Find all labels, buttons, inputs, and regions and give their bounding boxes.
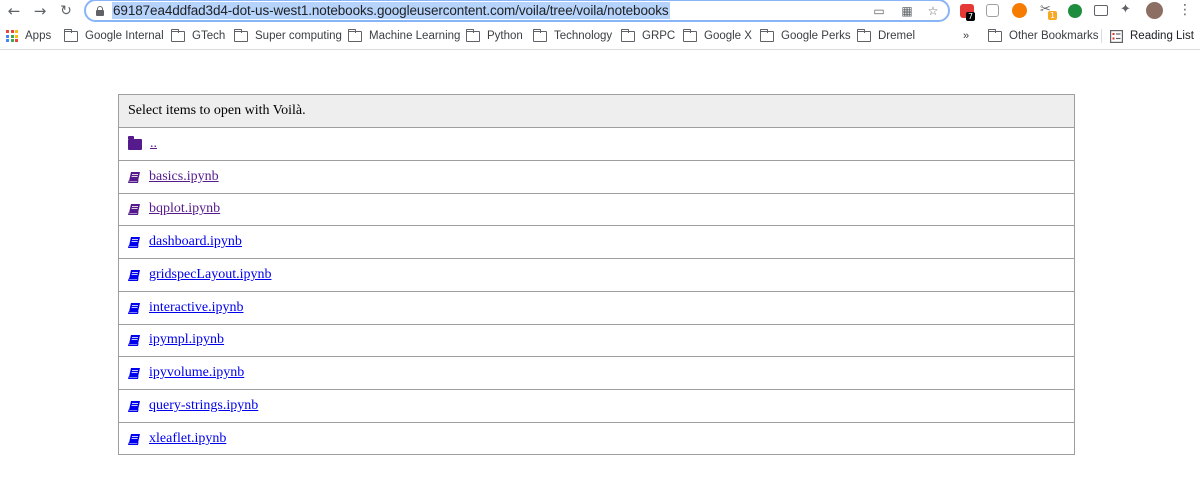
forward-arrow-icon[interactable]: →	[30, 1, 50, 21]
bookmark-folder[interactable]: Google Internal	[63, 26, 164, 46]
bookmark-label: Super computing	[255, 30, 342, 42]
scissors-icon[interactable]: ✂ 1	[1040, 2, 1058, 20]
bookmark-folder[interactable]: Super computing	[233, 26, 342, 46]
notebook-link[interactable]: bqplot.ipynb	[149, 201, 220, 217]
bookmark-label: Python	[487, 30, 523, 42]
book-icon	[128, 236, 141, 249]
bookmark-label: Google X	[704, 30, 752, 42]
notebook-link[interactable]: ipympl.ipynb	[149, 332, 224, 348]
toolbar-divider	[0, 49, 1200, 50]
folder-icon	[759, 28, 774, 42]
folder-icon	[856, 28, 871, 42]
listing-header: Select items to open with Voilà.	[119, 95, 1074, 128]
folder-icon	[465, 28, 480, 42]
list-item: gridspecLayout.ipynb	[119, 259, 1074, 292]
reload-icon[interactable]: ↻	[56, 1, 76, 21]
notebook-link[interactable]: basics.ipynb	[149, 169, 219, 185]
notebook-link[interactable]: ipyvolume.ipynb	[149, 365, 244, 381]
bookmark-label: Dremel	[878, 30, 916, 42]
extension-red-icon[interactable]: 7	[960, 4, 976, 21]
bookmarks-separator	[1101, 29, 1102, 43]
notebook-link[interactable]: xleaflet.ipynb	[149, 431, 226, 447]
notebook-link[interactable]: dashboard.ipynb	[149, 234, 242, 250]
reading-list[interactable]: Reading List	[1110, 26, 1194, 46]
list-item: xleaflet.ipynb	[119, 423, 1074, 456]
extension-orange-icon[interactable]	[1012, 3, 1027, 18]
reading-list-label: Reading List	[1130, 30, 1194, 42]
other-bookmarks-label: Other Bookmarks	[1009, 30, 1099, 42]
book-icon	[128, 400, 141, 412]
folder-icon	[128, 136, 142, 151]
extension-badge: 1	[1048, 11, 1058, 20]
bookmark-folder[interactable]: GTech	[170, 26, 226, 46]
bookmark-folder[interactable]: Machine Learning	[347, 26, 461, 46]
more-menu-icon[interactable]: ⋮	[1178, 2, 1192, 18]
bookmarks-overflow-button[interactable]: »	[963, 26, 969, 46]
book-icon	[128, 203, 141, 216]
folder-icon	[170, 28, 185, 42]
address-bar[interactable]: 69187ea4ddfad3d4-dot-us-west1.notebooks.…	[84, 0, 950, 22]
browser-toolbar: ← → ↻ 69187ea4ddfad3d4-dot-us-west1.note…	[0, 0, 1200, 22]
list-item: bqplot.ipynb	[119, 194, 1074, 227]
bookmark-label: Machine Learning	[369, 30, 461, 42]
cast-icon[interactable]: ▭	[872, 4, 886, 18]
folder-icon	[620, 28, 635, 42]
list-item: ipyvolume.ipynb	[119, 357, 1074, 390]
list-item: ..	[119, 128, 1074, 161]
folder-icon	[682, 28, 697, 42]
extension-green-icon[interactable]	[1068, 4, 1082, 18]
folder-icon	[987, 28, 1002, 42]
book-icon	[128, 367, 141, 380]
bookmark-star-icon[interactable]: ☆	[926, 4, 940, 18]
bookmark-folder[interactable]: Google X	[682, 26, 752, 46]
apps-grid-icon	[6, 30, 18, 42]
book-icon	[128, 334, 141, 347]
notebook-link[interactable]: query-strings.ipynb	[149, 398, 258, 414]
bookmark-folder[interactable]: Google Perks	[759, 26, 851, 46]
extension-badge: 7	[966, 12, 976, 21]
extension-screen-icon[interactable]	[1094, 5, 1108, 16]
puzzle-extensions-icon[interactable]: ✦	[1120, 3, 1134, 17]
lock-icon[interactable]	[96, 6, 104, 16]
list-item: query-strings.ipynb	[119, 390, 1074, 423]
book-icon	[128, 269, 141, 281]
parent-directory-link[interactable]: ..	[150, 136, 157, 152]
bookmark-label: Google Perks	[781, 30, 851, 42]
list-item: dashboard.ipynb	[119, 226, 1074, 259]
book-icon	[128, 302, 141, 314]
bookmark-label: Apps	[25, 30, 52, 42]
bookmark-label: GTech	[192, 30, 226, 42]
bookmark-folder[interactable]: GRPC	[620, 26, 676, 46]
bookmark-label: GRPC	[642, 30, 676, 42]
folder-icon	[347, 28, 362, 42]
list-item: interactive.ipynb	[119, 292, 1074, 325]
bookmark-folder[interactable]: Technology	[532, 26, 613, 46]
bookmarks-bar: Apps Google Internal GTech Super computi…	[0, 26, 1200, 48]
bookmark-folder[interactable]: Python	[465, 26, 523, 46]
extension-reader-icon[interactable]	[986, 4, 999, 17]
reading-list-icon	[1110, 29, 1123, 43]
notebook-link[interactable]: gridspecLayout.ipynb	[149, 267, 271, 283]
folder-icon	[532, 28, 547, 42]
book-icon	[128, 433, 141, 446]
bookmark-label: Technology	[554, 30, 613, 42]
folder-icon	[233, 28, 248, 42]
folder-icon	[63, 28, 78, 42]
back-arrow-icon[interactable]: ←	[4, 1, 24, 21]
profile-avatar[interactable]	[1146, 2, 1163, 19]
book-icon	[128, 171, 141, 183]
list-item: ipympl.ipynb	[119, 325, 1074, 358]
other-bookmarks[interactable]: Other Bookmarks	[987, 26, 1099, 46]
bookmark-apps[interactable]: Apps	[6, 26, 51, 46]
list-item: basics.ipynb	[119, 161, 1074, 194]
bookmark-label: Google Internal	[85, 30, 164, 42]
bookmark-folder[interactable]: Dremel	[856, 26, 916, 46]
voila-file-listing: Select items to open with Voilà. .. basi…	[118, 94, 1075, 455]
url-text[interactable]: 69187ea4ddfad3d4-dot-us-west1.notebooks.…	[112, 2, 670, 19]
notebook-link[interactable]: interactive.ipynb	[149, 300, 243, 316]
qr-code-icon[interactable]: ▦	[900, 4, 914, 18]
